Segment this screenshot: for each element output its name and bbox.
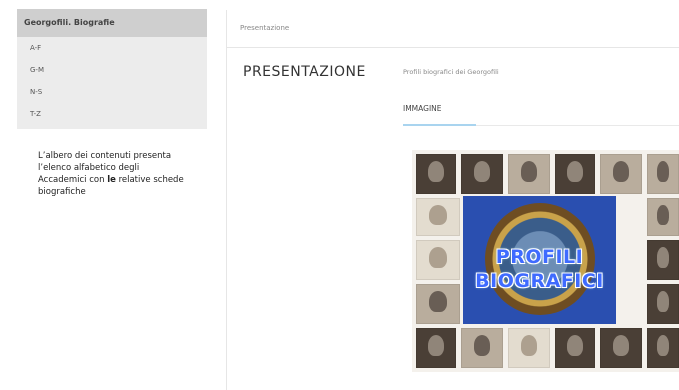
content-tree: Georgofili. Biografie A-F G-M N-S T-Z [17,9,207,129]
header-divider [227,47,679,48]
portrait-photo [416,328,456,368]
portrait-photo [647,328,679,368]
tab-immagine[interactable]: IMMAGINE [403,104,442,122]
banner-line-1: PROFILI [495,246,584,268]
tree-item-a-f[interactable]: A-F [17,37,207,59]
panel-divider [226,10,227,390]
portrait-photo [416,240,460,280]
portrait-photo [647,154,679,194]
breadcrumb[interactable]: Presentazione [240,24,289,32]
tab-baseline [476,125,679,126]
portrait-photo [555,154,595,194]
portrait-photo [508,154,550,194]
tab-active-indicator [403,124,476,126]
portrait-collage-image: PROFILI BIOGRAFICI [412,150,679,372]
portrait-photo [647,284,679,324]
portrait-photo [461,328,503,368]
tree-item-g-m[interactable]: G-M [17,59,207,81]
portrait-photo [416,154,456,194]
portrait-photo [600,328,642,368]
page-title: PRESENTAZIONE [243,64,366,80]
tree-title[interactable]: Georgofili. Biografie [17,9,207,37]
portrait-photo [647,240,679,280]
portrait-photo [416,198,460,236]
portrait-photo [555,328,595,368]
portrait-photo [647,198,679,236]
tree-item-t-z[interactable]: T-Z [17,103,207,125]
page-subtitle: Profili biografici dei Georgofili [403,68,499,76]
tree-item-n-s[interactable]: N-S [17,81,207,103]
note-text-bold: le [107,175,116,185]
central-emblem: PROFILI BIOGRAFICI [463,196,616,324]
portrait-photo [461,154,503,194]
portrait-photo [508,328,550,368]
banner-line-2: BIOGRAFICI [475,270,604,292]
annotation-note: L’albero dei contenuti presenta l’elenco… [38,150,188,198]
portrait-photo [416,284,460,324]
portrait-photo [600,154,642,194]
